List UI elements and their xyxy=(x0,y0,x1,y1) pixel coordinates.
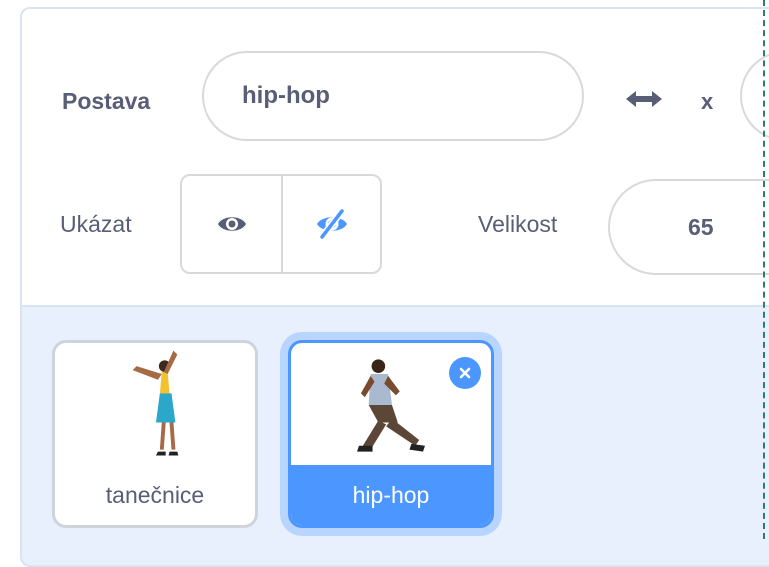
sprite-label: Postava xyxy=(62,88,151,114)
eye-icon xyxy=(217,217,246,231)
sprite-info-panel: Postava x Ukázat xyxy=(20,7,769,567)
sprite-name: hip-hop xyxy=(291,465,491,525)
stage-boundary-line xyxy=(763,0,765,539)
show-label: Ukázat xyxy=(60,211,132,237)
close-icon xyxy=(459,367,471,379)
delete-sprite-button[interactable] xyxy=(449,357,481,389)
sprite-name: tanečnice xyxy=(105,481,205,508)
left-right-arrows-icon xyxy=(626,91,662,107)
size-input[interactable] xyxy=(608,179,769,275)
sprite-tile-tanecnice[interactable]: tanečnice xyxy=(52,340,258,528)
sprite-tile-hip-hop[interactable]: hip-hop xyxy=(288,340,494,528)
sprite-info-area: Postava x Ukázat xyxy=(22,9,769,307)
visibility-toggle xyxy=(180,174,382,274)
dancer-thumbnail xyxy=(132,350,179,456)
show-button[interactable] xyxy=(182,176,281,272)
x-label: x xyxy=(701,89,714,114)
sprite-list: tanečnice hip-hop xyxy=(22,307,769,565)
eye-slash-icon xyxy=(316,208,347,240)
size-label: Velikost xyxy=(478,211,558,237)
hide-button[interactable] xyxy=(281,176,380,272)
sprite-name-input[interactable] xyxy=(202,51,584,141)
